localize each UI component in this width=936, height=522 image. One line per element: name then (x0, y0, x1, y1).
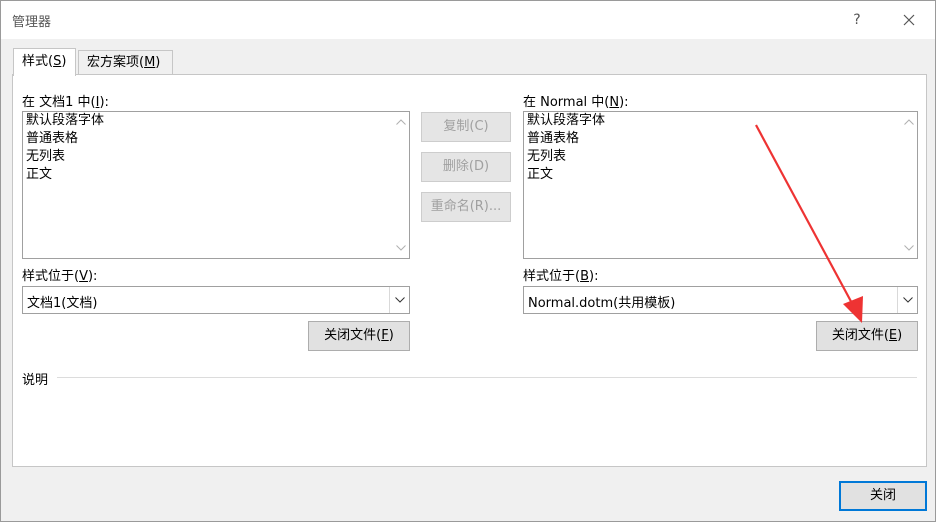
chevron-down-icon (395, 297, 405, 303)
list-item[interactable]: 默认段落字体 (23, 112, 409, 130)
left-location-select[interactable]: 文档1(文档) (22, 286, 410, 314)
help-button[interactable]: ? (844, 8, 870, 32)
right-styles-list[interactable]: 默认段落字体 普通表格 无列表 正文 (523, 111, 918, 259)
description-label: 说明 (22, 373, 49, 388)
title-bar: 管理器 ? (1, 1, 935, 39)
close-icon (903, 14, 915, 26)
left-list-label: 在 文档1 中(I): (22, 95, 109, 110)
copy-button[interactable]: 复制(C) (421, 112, 511, 142)
right-location-dropdown[interactable] (897, 287, 917, 313)
description-divider (57, 377, 917, 378)
left-location-value: 文档1(文档) (27, 296, 98, 311)
tab-styles[interactable]: 样式(S) (13, 48, 76, 76)
right-location-value: Normal.dotm(共用模板) (528, 296, 676, 311)
list-item[interactable]: 无列表 (23, 148, 409, 166)
right-list-label: 在 Normal 中(N): (523, 95, 629, 110)
manager-dialog: 管理器 ? 样式(S) 宏方案项(M) 在 文档1 中(I): 默认段落字体 普… (0, 0, 936, 522)
list-item[interactable]: 普通表格 (23, 130, 409, 148)
delete-button[interactable]: 删除(D) (421, 152, 511, 182)
list-item[interactable]: 正文 (23, 166, 409, 184)
right-close-file-button[interactable]: 关闭文件(E) (816, 321, 918, 351)
right-location-select[interactable]: Normal.dotm(共用模板) (523, 286, 918, 314)
list-item[interactable]: 正文 (524, 166, 917, 184)
list-item[interactable]: 普通表格 (524, 130, 917, 148)
scroll-up-icon[interactable] (904, 119, 914, 125)
styles-panel: 在 文档1 中(I): 默认段落字体 普通表格 无列表 正文 样式位于(V): … (12, 74, 927, 467)
rename-button[interactable]: 重命名(R)... (421, 192, 511, 222)
window-title: 管理器 (12, 15, 52, 30)
list-item[interactable]: 无列表 (524, 148, 917, 166)
close-window-button[interactable] (894, 8, 924, 32)
right-location-label: 样式位于(B): (523, 269, 599, 284)
scroll-down-icon[interactable] (396, 245, 406, 251)
tab-macro-items[interactable]: 宏方案项(M) (78, 50, 173, 75)
close-dialog-button[interactable]: 关闭 (839, 481, 927, 511)
left-close-file-button[interactable]: 关闭文件(F) (308, 321, 410, 351)
left-location-label: 样式位于(V): (22, 269, 98, 284)
left-styles-list[interactable]: 默认段落字体 普通表格 无列表 正文 (22, 111, 410, 259)
list-item[interactable]: 默认段落字体 (524, 112, 917, 130)
scroll-up-icon[interactable] (396, 119, 406, 125)
right-list-scrollbar[interactable] (900, 112, 917, 258)
chevron-down-icon (903, 297, 913, 303)
left-list-scrollbar[interactable] (392, 112, 409, 258)
scroll-down-icon[interactable] (904, 245, 914, 251)
left-location-dropdown[interactable] (389, 287, 409, 313)
